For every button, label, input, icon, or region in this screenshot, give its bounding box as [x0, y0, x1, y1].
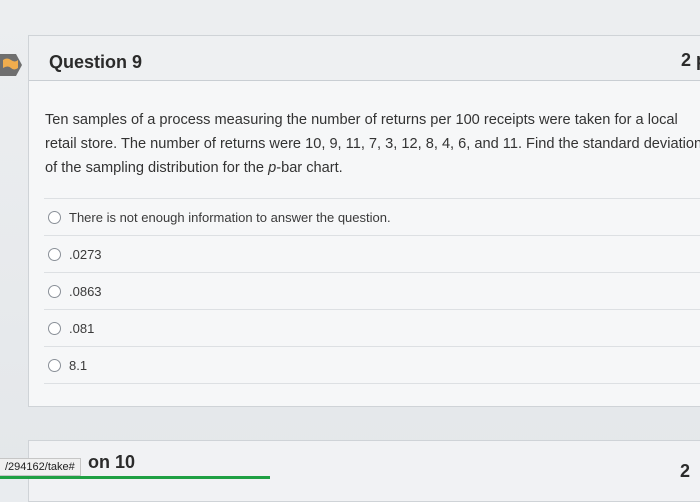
question-points: 2 p	[681, 50, 700, 70]
answer-option[interactable]: .0273	[44, 235, 700, 272]
quiz-page: Question 9 2 p Ten samples of a process …	[0, 0, 700, 502]
answer-list: There is not enough information to answe…	[44, 198, 700, 384]
answer-option[interactable]: .0863	[44, 272, 700, 309]
next-question-title: on 10	[88, 452, 136, 472]
answer-label: .0863	[69, 283, 102, 299]
radio-button-icon[interactable]	[48, 358, 61, 372]
radio-button-icon[interactable]	[48, 321, 61, 335]
answer-label: There is not enough information to answe…	[69, 209, 391, 225]
flag-icon[interactable]	[0, 52, 22, 78]
status-url: /294162/take#	[0, 458, 81, 476]
answer-option[interactable]: 8.1	[44, 346, 700, 384]
radio-button-icon[interactable]	[48, 210, 61, 224]
answer-option[interactable]: There is not enough information to answe…	[44, 198, 700, 235]
question-header: Question 9 2 p	[29, 36, 700, 81]
question-text-italic: p	[268, 160, 277, 176]
question-text-part1: Ten samples of a process measuring the n…	[45, 112, 700, 176]
question-text-part2: -bar chart.	[276, 160, 343, 176]
answer-label: 8.1	[69, 357, 88, 373]
answer-label: .081	[69, 320, 95, 336]
answer-option[interactable]: .081	[44, 309, 700, 346]
question-text: Ten samples of a process measuring the n…	[45, 108, 700, 180]
answer-label: .0273	[69, 246, 102, 262]
question-title: Question 9	[49, 52, 143, 72]
radio-button-icon[interactable]	[48, 284, 61, 298]
radio-button-icon[interactable]	[48, 247, 61, 261]
